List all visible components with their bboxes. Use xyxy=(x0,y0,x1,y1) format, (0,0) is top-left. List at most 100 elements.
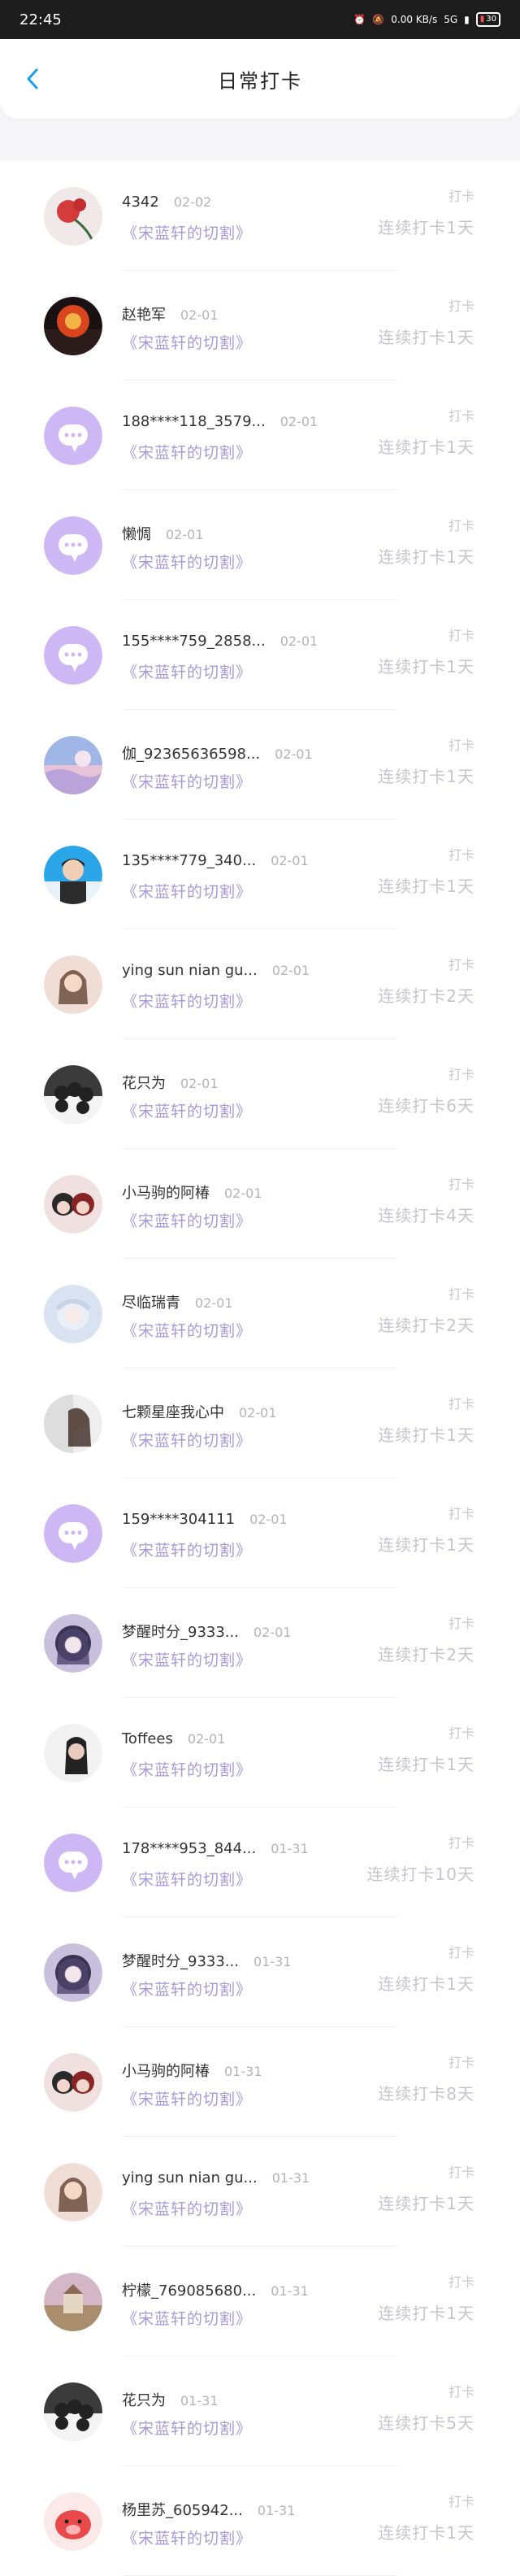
avatar[interactable] xyxy=(44,2052,102,2112)
book-title[interactable]: 《宋蓝轩的切割》 xyxy=(122,770,252,792)
list-item[interactable]: 七颗星座我心中 02-01 《宋蓝轩的切割》 打卡 连续打卡1天 xyxy=(0,1368,520,1478)
avatar[interactable] xyxy=(44,1503,102,1563)
checkin-status: 打卡 连续打卡1天 xyxy=(378,1503,474,1556)
user-name[interactable]: 七颗星座我心中 xyxy=(122,1404,224,1421)
user-name[interactable]: 花只为 xyxy=(122,2392,166,2409)
user-name[interactable]: 梦醒时分_9333... xyxy=(122,1953,239,1970)
book-title[interactable]: 《宋蓝轩的切割》 xyxy=(122,880,252,902)
checkin-date: 02-01 xyxy=(180,307,219,323)
avatar[interactable] xyxy=(44,1833,102,1892)
list-item[interactable]: 花只为 01-31 《宋蓝轩的切割》 打卡 连续打卡5天 xyxy=(0,2356,520,2466)
list-item[interactable]: 尽临瑞青 02-01 《宋蓝轩的切割》 打卡 连续打卡2天 xyxy=(0,1259,520,1368)
avatar[interactable] xyxy=(44,2382,102,2441)
avatar[interactable] xyxy=(44,2272,102,2331)
book-title[interactable]: 《宋蓝轩的切割》 xyxy=(122,2197,252,2219)
user-name[interactable]: Toffees xyxy=(122,1730,173,1747)
avatar[interactable] xyxy=(44,1174,102,1234)
user-name[interactable]: 梦醒时分_9333... xyxy=(122,1624,239,1641)
book-title[interactable]: 《宋蓝轩的切割》 xyxy=(122,2307,252,2329)
book-title[interactable]: 《宋蓝轩的切割》 xyxy=(122,550,252,572)
list-item[interactable]: 梦醒时分_9333... 02-01 《宋蓝轩的切割》 打卡 连续打卡2天 xyxy=(0,1588,520,1698)
book-title[interactable]: 《宋蓝轩的切割》 xyxy=(122,1648,252,1670)
list-item[interactable]: ying sun nian gu... 02-01 《宋蓝轩的切割》 打卡 连续打… xyxy=(0,929,520,1039)
book-title[interactable]: 《宋蓝轩的切割》 xyxy=(122,2087,252,2109)
list-item[interactable]: 花只为 02-01 《宋蓝轩的切割》 打卡 连续打卡6天 xyxy=(0,1039,520,1149)
user-name[interactable]: 尽临瑞青 xyxy=(122,1295,180,1312)
user-name[interactable]: ying sun nian gu... xyxy=(122,962,258,979)
checkin-status: 打卡 连续打卡4天 xyxy=(378,1173,474,1226)
user-name[interactable]: 188****118_3579... xyxy=(122,413,266,430)
avatar[interactable] xyxy=(44,2491,102,2551)
list-item[interactable]: Toffees 02-01 《宋蓝轩的切割》 打卡 连续打卡1天 xyxy=(0,1698,520,1808)
checkin-status: 打卡 连续打卡5天 xyxy=(378,2381,474,2434)
book-title[interactable]: 《宋蓝轩的切割》 xyxy=(122,1099,252,1121)
avatar[interactable] xyxy=(44,2162,102,2221)
list-item[interactable]: ying sun nian gu... 01-31 《宋蓝轩的切割》 打卡 连续打… xyxy=(0,2137,520,2247)
avatar[interactable] xyxy=(44,186,102,246)
avatar[interactable] xyxy=(44,1064,102,1124)
avatar[interactable] xyxy=(44,1723,102,1782)
list-item[interactable]: 赵艳军 02-01 《宋蓝轩的切割》 打卡 连续打卡1天 xyxy=(0,271,520,381)
book-title[interactable]: 《宋蓝轩的切割》 xyxy=(122,990,252,1012)
avatar[interactable] xyxy=(44,1943,102,2002)
list-item[interactable]: 188****118_3579... 02-01 《宋蓝轩的切割》 打卡 连续打卡… xyxy=(0,381,520,490)
list-item[interactable]: 梦醒时分_9333... 01-31 《宋蓝轩的切割》 打卡 连续打卡1天 xyxy=(0,1917,520,2027)
checkin-streak: 连续打卡6天 xyxy=(378,1096,474,1116)
user-name[interactable]: 135****779_340... xyxy=(122,852,256,869)
book-title[interactable]: 《宋蓝轩的切割》 xyxy=(122,331,252,353)
user-name[interactable]: 懒惆 xyxy=(122,526,151,543)
user-name[interactable]: 小马驹的阿椿 xyxy=(122,2063,210,2080)
user-name[interactable]: 伽_92365636598... xyxy=(122,746,260,763)
avatar[interactable] xyxy=(44,406,102,465)
avatar[interactable] xyxy=(44,625,102,685)
user-name[interactable]: 159****304111 xyxy=(122,1511,235,1528)
avatar[interactable] xyxy=(44,735,102,794)
book-title[interactable]: 《宋蓝轩的切割》 xyxy=(122,221,252,243)
list-item[interactable]: 159****304111 02-01 《宋蓝轩的切割》 打卡 连续打卡1天 xyxy=(0,1478,520,1588)
checkin-streak: 连续打卡8天 xyxy=(378,2084,474,2104)
book-title[interactable]: 《宋蓝轩的切割》 xyxy=(122,1758,252,1780)
list-item[interactable]: 小马驹的阿椿 02-01 《宋蓝轩的切割》 打卡 连续打卡4天 xyxy=(0,1149,520,1259)
avatar[interactable] xyxy=(44,1613,102,1673)
book-title[interactable]: 《宋蓝轩的切割》 xyxy=(122,2526,252,2548)
user-name[interactable]: ying sun nian gu... xyxy=(122,2169,258,2187)
list-item[interactable]: 杨里苏_605942... 01-31 《宋蓝轩的切割》 打卡 连续打卡1天 xyxy=(0,2466,520,2576)
list-item[interactable]: 小马驹的阿椿 01-31 《宋蓝轩的切割》 打卡 连续打卡8天 xyxy=(0,2027,520,2137)
book-title[interactable]: 《宋蓝轩的切割》 xyxy=(122,1868,252,1890)
avatar[interactable] xyxy=(44,1394,102,1453)
user-name[interactable]: 赵艳军 xyxy=(122,307,166,324)
user-name[interactable]: 155****759_2858... xyxy=(122,633,266,650)
list-item[interactable]: 柠檬_769085680... 01-31 《宋蓝轩的切割》 打卡 连续打卡1天 xyxy=(0,2247,520,2356)
avatar[interactable] xyxy=(44,516,102,575)
book-title[interactable]: 《宋蓝轩的切割》 xyxy=(122,1429,252,1451)
list-item[interactable]: 伽_92365636598... 02-01 《宋蓝轩的切割》 打卡 连续打卡1天 xyxy=(0,710,520,820)
back-button[interactable] xyxy=(21,67,44,90)
book-title[interactable]: 《宋蓝轩的切割》 xyxy=(122,1978,252,1999)
book-title[interactable]: 《宋蓝轩的切割》 xyxy=(122,1538,252,1560)
avatar[interactable] xyxy=(44,1284,102,1343)
list-item[interactable]: 懒惆 02-01 《宋蓝轩的切割》 打卡 连续打卡1天 xyxy=(0,490,520,600)
user-name[interactable]: 4342 xyxy=(122,194,159,211)
avatar[interactable] xyxy=(44,845,102,904)
avatar[interactable] xyxy=(44,296,102,355)
checkin-date: 02-01 xyxy=(253,1624,292,1640)
book-title[interactable]: 《宋蓝轩的切割》 xyxy=(122,1209,252,1231)
user-name[interactable]: 小马驹的阿椿 xyxy=(122,1185,210,1202)
item-header: ying sun nian gu... 01-31 xyxy=(122,2169,310,2187)
book-title[interactable]: 《宋蓝轩的切割》 xyxy=(122,2417,252,2439)
user-name[interactable]: 杨里苏_605942... xyxy=(122,2502,243,2519)
status-icons: ⏰ 🔕 0.00 KB/s 5G ▮ ▮ 30 xyxy=(353,12,500,27)
list-item[interactable]: 135****779_340... 02-01 《宋蓝轩的切割》 打卡 连续打卡1… xyxy=(0,820,520,929)
user-name[interactable]: 柠檬_769085680... xyxy=(122,2282,256,2300)
book-title[interactable]: 《宋蓝轩的切割》 xyxy=(122,660,252,682)
list-item[interactable]: 178****953_844... 01-31 《宋蓝轩的切割》 打卡 连续打卡1… xyxy=(0,1808,520,1917)
list-item[interactable]: 4342 02-02 《宋蓝轩的切割》 打卡 连续打卡1天 xyxy=(0,161,520,271)
checkin-date: 02-01 xyxy=(187,1730,226,1747)
book-title[interactable]: 《宋蓝轩的切割》 xyxy=(122,441,252,463)
checkin-date: 01-31 xyxy=(224,2063,262,2079)
avatar[interactable] xyxy=(44,955,102,1014)
list-item[interactable]: 155****759_2858... 02-01 《宋蓝轩的切割》 打卡 连续打卡… xyxy=(0,600,520,710)
user-name[interactable]: 178****953_844... xyxy=(122,1840,256,1857)
book-title[interactable]: 《宋蓝轩的切割》 xyxy=(122,1319,252,1341)
user-name[interactable]: 花只为 xyxy=(122,1075,166,1092)
